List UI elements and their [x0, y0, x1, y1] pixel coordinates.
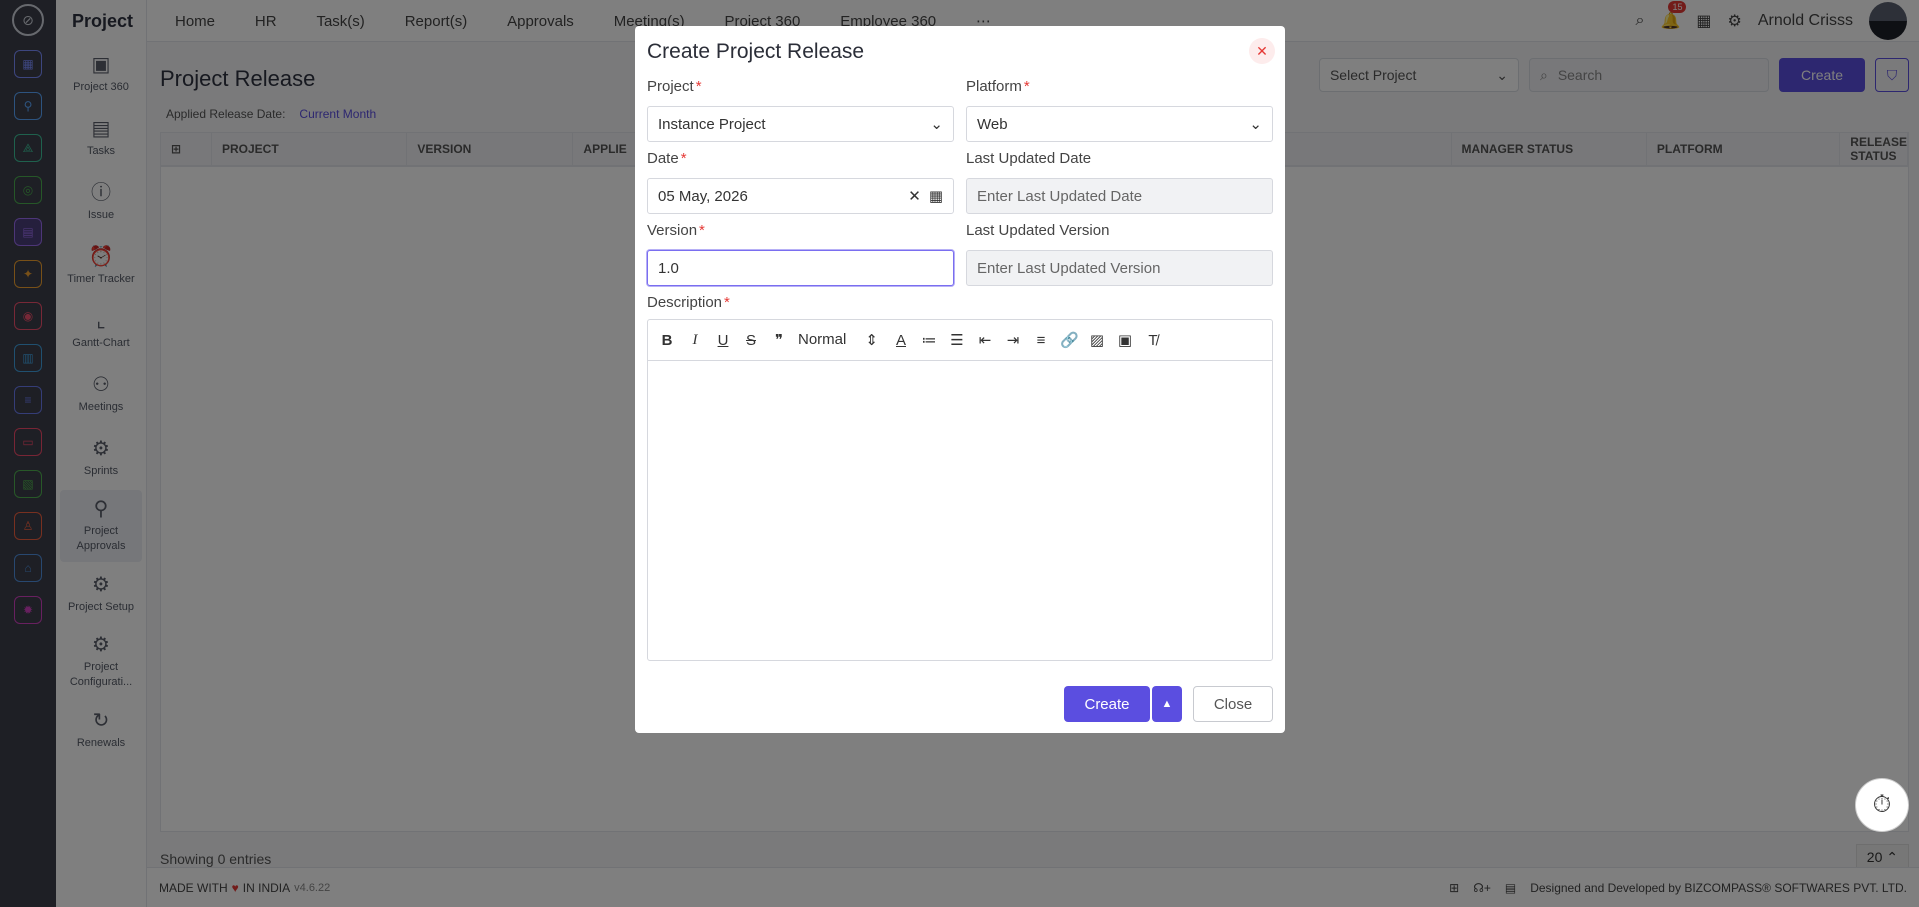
bold-icon[interactable]: B: [658, 332, 676, 349]
date-value: 05 May, 2026: [658, 187, 748, 205]
italic-icon[interactable]: I: [686, 332, 704, 349]
outdent-icon[interactable]: ⇤: [976, 331, 994, 349]
last-updated-version-label: Last Updated Version: [966, 222, 1110, 239]
last-updated-date-input[interactable]: Enter Last Updated Date: [966, 178, 1273, 214]
version-label: Version *: [647, 222, 705, 239]
clear-icon[interactable]: ✕: [908, 187, 921, 205]
project-value: Instance Project: [658, 115, 766, 133]
version-value: 1.0: [658, 259, 679, 277]
clear-format-icon[interactable]: T̸: [1144, 332, 1162, 349]
bullet-list-icon[interactable]: ☰: [948, 331, 966, 349]
strikethrough-icon[interactable]: S: [742, 332, 760, 349]
timer-icon[interactable]: ⏱: [1855, 778, 1909, 832]
underline-icon[interactable]: U: [714, 332, 732, 349]
create-project-release-modal: Create Project Release ✕ Project * Instan…: [635, 26, 1285, 733]
version-input[interactable]: 1.0: [647, 250, 954, 286]
video-icon[interactable]: ▣: [1116, 331, 1134, 349]
version-field: Version * 1.0: [647, 222, 954, 286]
text-color-icon[interactable]: A: [892, 332, 910, 349]
create-button[interactable]: Create: [1064, 686, 1150, 722]
last-updated-date-label: Last Updated Date: [966, 150, 1092, 167]
project-label: Project *: [647, 78, 702, 95]
close-icon[interactable]: ✕: [1249, 38, 1275, 64]
date-field: Date * 05 May, 2026 ✕ ▦: [647, 150, 954, 214]
chevron-down-icon: ⌄: [930, 116, 943, 133]
description-field: Description *: [647, 294, 954, 314]
platform-label: Platform *: [966, 78, 1030, 95]
last-updated-version-field: Last Updated Version Enter Last Updated …: [966, 222, 1273, 286]
chevron-down-icon: ⌄: [1249, 116, 1262, 133]
platform-select[interactable]: Web ⌄: [966, 106, 1273, 142]
format-select[interactable]: Normal ⇕: [798, 331, 882, 349]
last-updated-version-input[interactable]: Enter Last Updated Version: [966, 250, 1273, 286]
modal-title: Create Project Release: [647, 40, 865, 63]
format-value: Normal: [798, 331, 847, 348]
last-updated-date-field: Last Updated Date Enter Last Updated Dat…: [966, 150, 1273, 214]
platform-value: Web: [977, 115, 1008, 133]
updown-icon: ⇕: [865, 332, 878, 349]
close-button[interactable]: Close: [1193, 686, 1273, 722]
description-editor[interactable]: B I U S ❞ Normal ⇕ A ≔ ☰ ⇤ ⇥ ≡ 🔗 ▨ ▣ T̸: [647, 319, 1273, 661]
last-updated-version-placeholder: Enter Last Updated Version: [977, 259, 1161, 277]
project-field: Project * Instance Project ⌄: [647, 78, 954, 142]
align-icon[interactable]: ≡: [1032, 332, 1050, 349]
last-updated-date-placeholder: Enter Last Updated Date: [977, 187, 1143, 205]
date-label: Date *: [647, 150, 687, 167]
link-icon[interactable]: 🔗: [1060, 331, 1079, 349]
editor-toolbar: B I U S ❞ Normal ⇕ A ≔ ☰ ⇤ ⇥ ≡ 🔗 ▨ ▣ T̸: [648, 320, 1272, 361]
ordered-list-icon[interactable]: ≔: [920, 331, 938, 349]
image-icon[interactable]: ▨: [1088, 331, 1106, 349]
description-label: Description *: [647, 294, 730, 311]
caret-up-icon[interactable]: ▲: [1152, 686, 1182, 722]
calendar-icon[interactable]: ▦: [929, 187, 943, 205]
blockquote-icon[interactable]: ❞: [770, 331, 788, 349]
platform-field: Platform * Web ⌄: [966, 78, 1273, 142]
date-input[interactable]: 05 May, 2026 ✕ ▦: [647, 178, 954, 214]
indent-icon[interactable]: ⇥: [1004, 331, 1022, 349]
project-select[interactable]: Instance Project ⌄: [647, 106, 954, 142]
